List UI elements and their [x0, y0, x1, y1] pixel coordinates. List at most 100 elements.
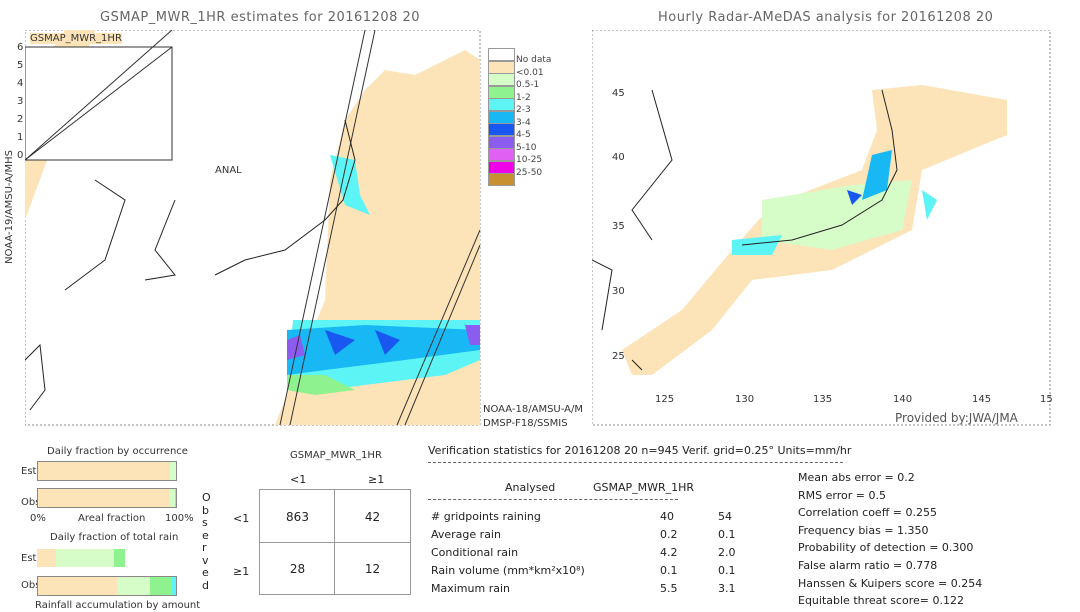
right-map: [592, 30, 1051, 426]
row-header: ≥1: [233, 565, 250, 578]
legend-swatch: [488, 148, 515, 161]
legend-label: 5-10: [516, 142, 537, 153]
row-header: <1: [233, 512, 250, 525]
total-rain-est-bar: [37, 549, 175, 567]
inset-xlabel: ANAL: [215, 165, 242, 176]
score-line: False alarm ratio = 0.778: [798, 559, 938, 572]
lat-tick: 25: [612, 351, 625, 362]
axis-left: 0%: [30, 513, 46, 524]
occurrence-est-bar: [37, 461, 177, 481]
score-line: Frequency bias = 1.350: [798, 523, 929, 537]
axis-right: 100%: [165, 513, 194, 524]
legend-label: 3-4: [516, 117, 531, 128]
legend-label: 1-2: [516, 92, 531, 103]
legend-swatch: [488, 48, 515, 61]
lat-tick: 45: [612, 88, 625, 99]
legend-label: <0.01: [516, 67, 544, 78]
bar-segment: [37, 549, 57, 567]
legend-swatch: [488, 173, 515, 186]
verification-figure: GSMAP_MWR_1HR estimates for 20161208 20 …: [0, 0, 1080, 612]
legend-swatch: [488, 110, 515, 124]
total-rain-footer: Rainfall accumulation by amount: [35, 600, 201, 611]
legend-label: 10-25: [516, 155, 543, 165]
est-label: Est: [21, 466, 37, 477]
stat-label: Average rain: [431, 528, 501, 541]
bar-segment: [149, 577, 172, 595]
sensor-left-label: NOAA-19/AMSU-A/MHS: [4, 150, 15, 264]
cell-miss: 28: [289, 562, 306, 576]
score-line: Mean abs error = 0.2: [798, 471, 915, 484]
total-rain-title: Daily fraction of total rain: [50, 532, 179, 543]
est-label: Est: [21, 553, 37, 564]
score-line: Correlation coeff = 0.255: [798, 506, 937, 520]
bar-segment: [38, 577, 117, 595]
inset-tick: 0: [17, 150, 24, 161]
bar-segment: [38, 462, 171, 480]
lon-tick: 125: [655, 394, 675, 405]
col-header: <1: [290, 473, 307, 486]
stat-analysed: 0.2: [660, 528, 678, 541]
stat-label: # gridpoints raining: [431, 510, 541, 523]
legend-label: No data: [516, 55, 552, 65]
sensor-bottom-2: DMSP-F18/SSMIS: [483, 418, 568, 429]
inset-tick: 6: [17, 42, 24, 53]
contingency-title: GSMAP_MWR_1HR: [290, 450, 382, 461]
stat-estimate: 0.1: [718, 528, 736, 541]
lat-tick: 30: [612, 286, 625, 297]
cell-false-alarm: 42: [364, 510, 381, 524]
legend-swatch: [488, 160, 515, 174]
inset-tick: 4: [17, 78, 24, 89]
stat-estimate: 3.1: [718, 582, 736, 595]
legend-swatch: [488, 73, 515, 86]
score-line: Equitable threat score= 0.122: [798, 594, 964, 608]
stat-estimate: 0.1: [718, 564, 736, 577]
score-line: Hanssen & Kuipers score = 0.254: [798, 576, 983, 590]
lon-tick: 140: [893, 394, 913, 405]
lon-tick: 130: [735, 394, 755, 405]
bar-segment: [170, 462, 176, 480]
stat-label: Rain volume (mm*km²x10⁸): [431, 564, 585, 577]
inset-tick: 1: [17, 132, 24, 143]
lat-tick: 40: [612, 152, 625, 163]
col-analysed: Analysed: [505, 481, 556, 494]
bar-segment: [114, 549, 126, 567]
occurrence-title: Daily fraction by occurrence: [47, 446, 188, 457]
legend-swatch: [488, 60, 515, 74]
lon-tick: 145: [972, 394, 992, 405]
legend-swatch: [488, 135, 515, 149]
legend-swatch: [488, 123, 515, 136]
lat-tick: 35: [612, 221, 625, 232]
cell-hit-none: 863: [286, 510, 309, 524]
axis-mid: Areal fraction: [78, 513, 146, 524]
bar-segment: [56, 549, 115, 567]
score-line: Probability of detection = 0.300: [798, 541, 974, 555]
stat-label: Maximum rain: [431, 582, 510, 595]
bar-segment: [171, 577, 176, 595]
legend-swatch: [488, 85, 515, 99]
inset-tick: 2: [17, 114, 24, 125]
bar-segment: [116, 577, 150, 595]
stat-analysed: 5.5: [660, 582, 678, 595]
stat-analysed: 0.1: [660, 564, 678, 577]
score-line: RMS error = 0.5: [798, 488, 886, 502]
left-map: [25, 30, 481, 426]
col-header: ≥1: [368, 473, 385, 486]
col-est: GSMAP_MWR_1HR: [593, 481, 695, 494]
right-map-title: Hourly Radar-AMeDAS analysis for 2016120…: [658, 10, 994, 25]
bar-segment: [38, 489, 171, 507]
lon-tick: 135: [813, 394, 833, 405]
color-legend: No data <0.01 0.5-1 1-2 2-3 3-4 4-5 5-10 10-25 25…: [478, 48, 558, 198]
stat-analysed: 4.2: [660, 546, 678, 559]
legend-label: 0.5-1: [516, 80, 540, 90]
legend-label: 4-5: [516, 130, 531, 140]
stat-analysed: 40: [660, 510, 674, 523]
credit: Provided by:JWA/JMA: [895, 411, 1018, 425]
stats-header: Verification statistics for 20161208 20 …: [428, 444, 852, 457]
sensor-bottom-1: NOAA-18/AMSU-A/M: [483, 404, 583, 415]
occurrence-obs-bar: [37, 488, 177, 508]
cell-hit: 12: [364, 562, 381, 576]
inset-tick: 5: [17, 60, 24, 71]
inset-tick: 3: [17, 96, 24, 107]
legend-label: 25-50: [516, 167, 543, 178]
stat-estimate: 2.0: [718, 546, 736, 559]
